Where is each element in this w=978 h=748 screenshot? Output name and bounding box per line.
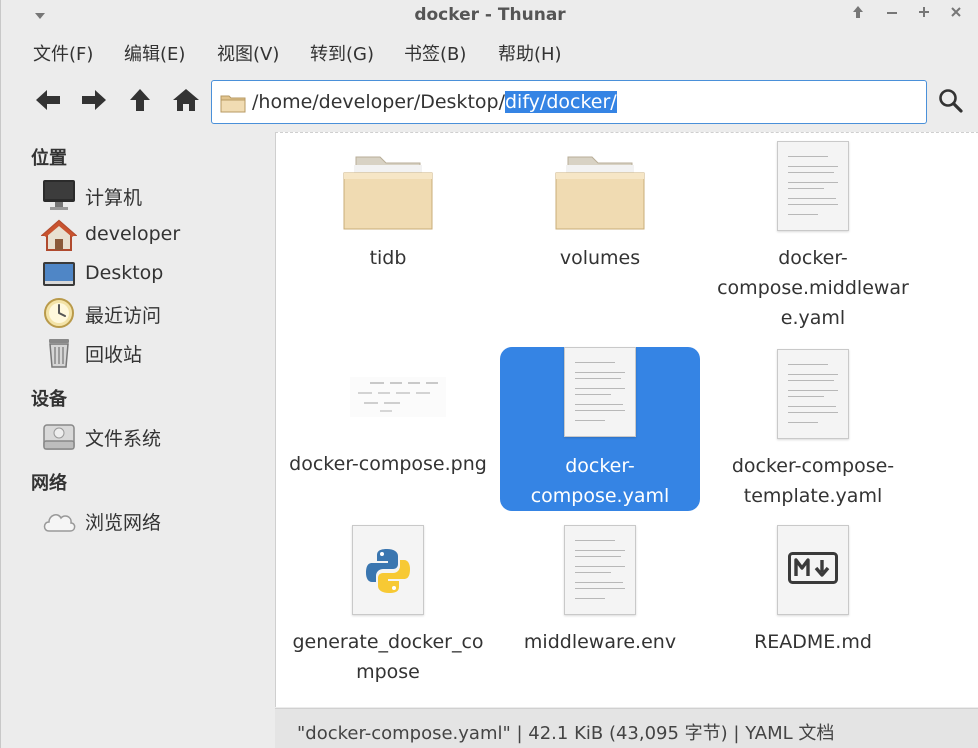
minimize-icon xyxy=(887,12,897,14)
file-item[interactable]: docker-compose- template.yaml xyxy=(713,349,913,509)
menu-go[interactable]: 转到(G) xyxy=(310,40,374,66)
sidebar-item-desktop[interactable]: Desktop xyxy=(41,257,273,291)
text-file-icon xyxy=(564,525,636,615)
file-item[interactable]: docker-compose.png xyxy=(288,363,488,483)
status-bar: "docker-compose.yaml" | 42.1 KiB (43,095… xyxy=(275,708,978,748)
image-thumbnail-icon xyxy=(350,377,446,417)
home-icon xyxy=(41,219,77,251)
drive-icon xyxy=(43,424,75,450)
menu-file[interactable]: 文件(F) xyxy=(33,40,93,66)
thunar-window: docker - Thunar 文件(F) 编辑(E) 视图(V) 转到(G) … xyxy=(0,0,978,748)
file-icon-view[interactable]: tidb volumes docker- compose.middlewar e… xyxy=(275,132,978,707)
cloud-icon xyxy=(43,514,76,532)
file-name: tidb xyxy=(369,247,407,269)
markdown-logo-icon xyxy=(788,552,838,584)
sidebar-heading-network: 网络 xyxy=(31,473,67,494)
file-name: middleware.env xyxy=(523,631,677,653)
sidebar-item-label: 文件系统 xyxy=(85,428,162,450)
file-name-line: compose.yaml xyxy=(530,485,670,507)
folder-icon xyxy=(220,95,246,113)
trash-icon xyxy=(49,339,69,368)
menu-help[interactable]: 帮助(H) xyxy=(498,40,562,66)
home-button[interactable] xyxy=(169,82,203,118)
file-item[interactable]: generate_docker_co mpose xyxy=(288,525,488,695)
file-name-line: mpose xyxy=(356,661,420,683)
file-item[interactable]: volumes xyxy=(500,153,700,303)
sidebar-item-computer[interactable]: 计算机 xyxy=(41,178,273,212)
arrow-up-icon xyxy=(130,89,150,111)
title-bar: docker - Thunar xyxy=(1,0,978,32)
markdown-file-icon xyxy=(777,525,849,615)
text-file-icon xyxy=(777,141,849,231)
sidebar-item-trash[interactable]: 回收站 xyxy=(41,335,273,369)
sidebar: 位置 计算机 developer Desktop 最近访问 回收站 设备 文件系… xyxy=(19,132,275,748)
sidebar-item-label: 回收站 xyxy=(85,344,143,366)
python-file-icon xyxy=(352,525,424,615)
minimize-button[interactable] xyxy=(881,3,903,27)
sidebar-item-filesystem[interactable]: 文件系统 xyxy=(41,419,273,453)
text-file-icon xyxy=(564,347,636,437)
status-text: "docker-compose.yaml" | 42.1 KiB (43,095… xyxy=(297,723,835,744)
file-item-selected[interactable]: docker- compose.yaml xyxy=(500,347,700,511)
python-logo-icon xyxy=(366,549,410,593)
window-title: docker - Thunar xyxy=(414,5,566,25)
menu-edit[interactable]: 编辑(E) xyxy=(124,40,185,66)
file-name-line: docker-compose- xyxy=(731,455,895,477)
file-item[interactable]: docker- compose.middlewar e.yaml xyxy=(713,141,913,341)
path-selected: dify/docker/ xyxy=(504,91,617,113)
toolbar: /home/developer/Desktop/dify/docker/ xyxy=(1,78,978,126)
keep-above-button[interactable] xyxy=(847,3,869,27)
sidebar-item-label: developer xyxy=(85,223,181,245)
file-item[interactable]: tidb xyxy=(288,153,488,303)
forward-button[interactable] xyxy=(77,82,111,118)
file-name-line: compose.middlewar xyxy=(717,277,909,299)
sidebar-item-home[interactable]: developer xyxy=(41,218,273,252)
file-name: README.md xyxy=(754,631,872,653)
location-path[interactable]: /home/developer/Desktop/dify/docker/ xyxy=(252,91,617,113)
folder-icon xyxy=(555,156,645,230)
file-name-line: generate_docker_co xyxy=(292,631,484,653)
clock-icon xyxy=(44,298,74,328)
menu-bar: 文件(F) 编辑(E) 视图(V) 转到(G) 书签(B) 帮助(H) xyxy=(1,36,978,70)
file-name-line: docker- xyxy=(565,455,635,477)
path-prefix: /home/developer/Desktop/ xyxy=(252,91,505,113)
sidebar-item-label: Desktop xyxy=(85,262,164,284)
file-name-line: docker- xyxy=(778,247,848,269)
menu-bookmarks[interactable]: 书签(B) xyxy=(404,40,466,66)
sidebar-item-recent[interactable]: 最近访问 xyxy=(41,296,273,330)
arrow-up-icon xyxy=(853,6,863,18)
close-button[interactable] xyxy=(945,3,967,27)
maximize-icon xyxy=(919,7,929,17)
file-name-line: e.yaml xyxy=(780,307,846,329)
parent-folder-button[interactable] xyxy=(123,82,157,118)
arrow-left-icon xyxy=(36,90,60,110)
computer-icon xyxy=(43,180,75,210)
sidebar-heading-places: 位置 xyxy=(31,148,67,169)
text-file-icon xyxy=(777,349,849,439)
home-icon xyxy=(173,89,199,111)
sidebar-heading-devices: 设备 xyxy=(31,389,67,410)
sidebar-item-label: 计算机 xyxy=(85,187,143,209)
location-bar[interactable]: /home/developer/Desktop/dify/docker/ xyxy=(211,80,927,124)
close-icon xyxy=(951,7,961,17)
arrow-right-icon xyxy=(82,90,106,110)
sidebar-item-label: 浏览网络 xyxy=(85,512,162,534)
desktop-icon xyxy=(43,262,75,286)
maximize-button[interactable] xyxy=(913,3,935,27)
menu-view[interactable]: 视图(V) xyxy=(217,40,279,66)
sidebar-item-label: 最近访问 xyxy=(85,305,162,327)
file-name: docker-compose.png xyxy=(289,453,487,475)
sidebar-item-network[interactable]: 浏览网络 xyxy=(41,503,273,537)
search-button[interactable] xyxy=(931,82,971,120)
back-button[interactable] xyxy=(31,82,65,118)
file-item[interactable]: middleware.env xyxy=(500,525,700,665)
file-name: volumes xyxy=(559,247,641,269)
folder-icon xyxy=(343,156,433,230)
file-name-line: template.yaml xyxy=(743,485,883,507)
file-item[interactable]: README.md xyxy=(713,525,913,665)
search-icon xyxy=(939,89,963,113)
